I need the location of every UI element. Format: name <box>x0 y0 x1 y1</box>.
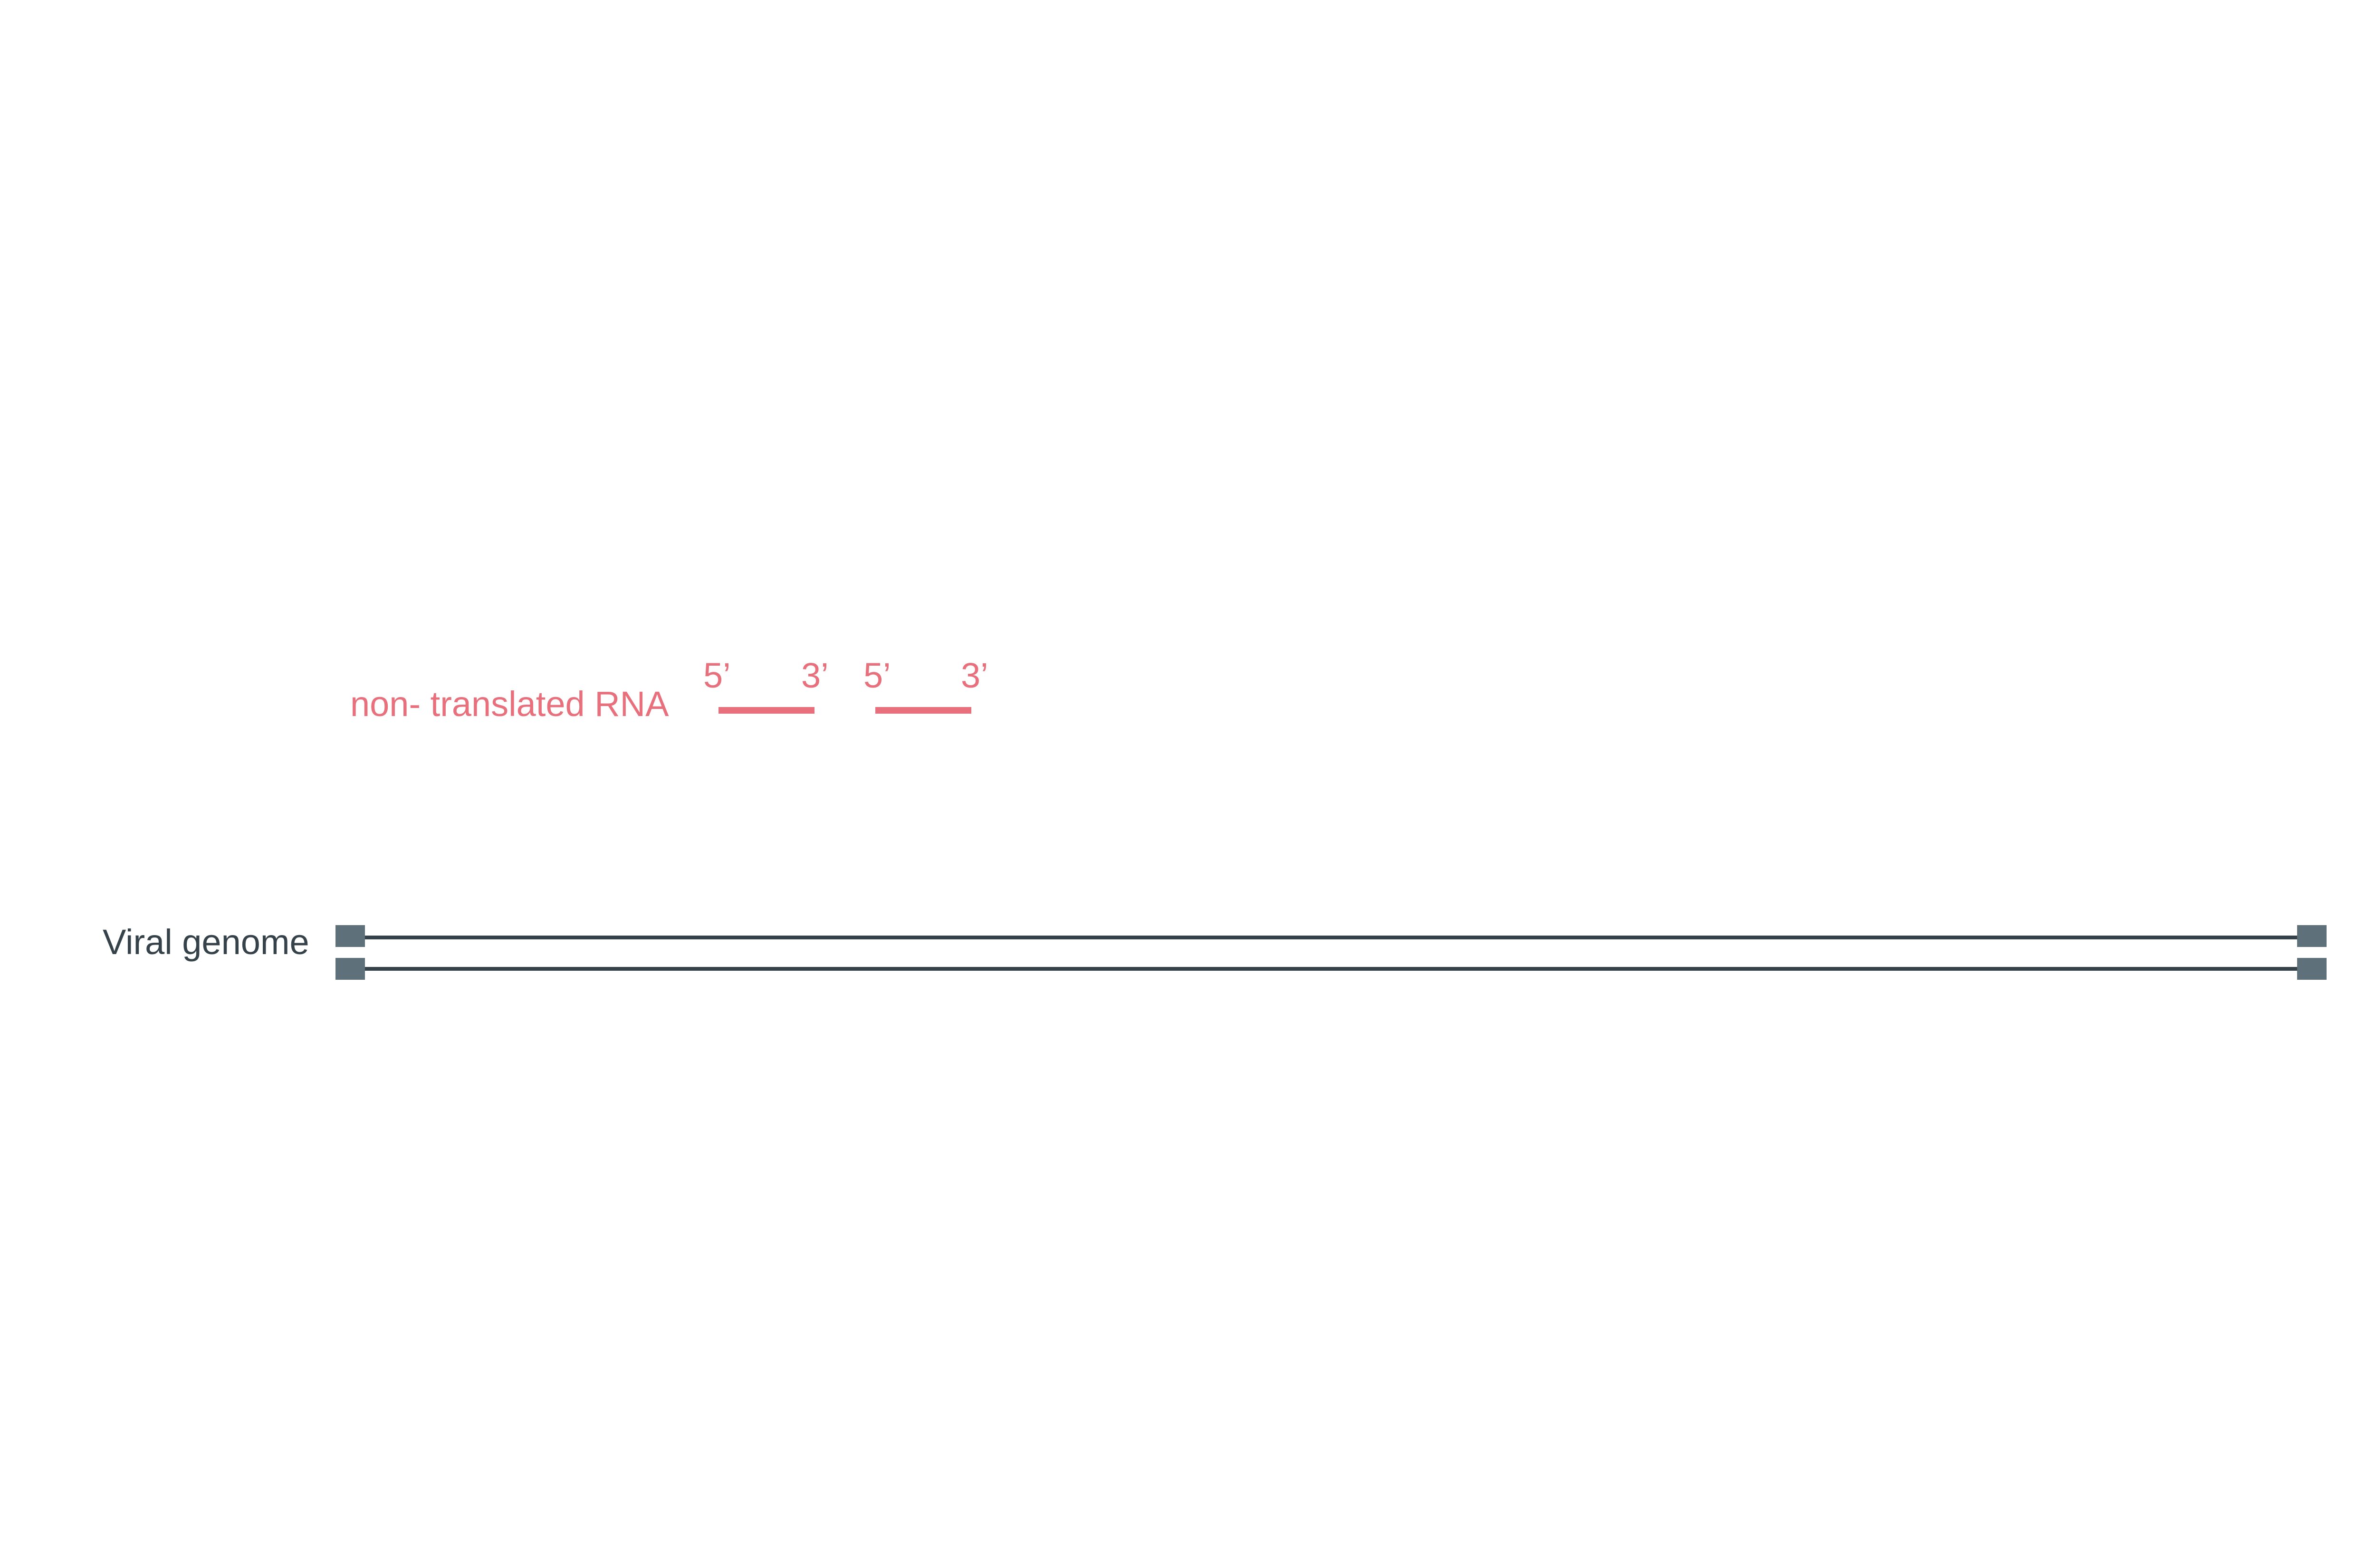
rna-fragment-1-three-prime-label: 3’ <box>801 656 829 695</box>
rna-fragment-1: 5’ 3’ <box>703 656 829 714</box>
rna-fragment-2: 5’ 3’ <box>863 656 988 714</box>
viral-genome-bottom-right-end-cap <box>2297 958 2327 980</box>
viral-genome-top-right-end-cap <box>2297 925 2327 947</box>
diagram: non- translated RNA 5’ 3’ 5’ 3’ Viral ge… <box>103 656 2327 980</box>
rna-fragment-2-strand <box>875 707 971 714</box>
rna-fragment-2-five-prime-label: 5’ <box>863 656 891 695</box>
rna-fragment-1-strand <box>719 707 814 714</box>
viral-genome-top-strand <box>352 936 2311 939</box>
viral-genome-bottom-left-end-cap <box>335 958 365 980</box>
viral-genome-group: Viral genome <box>103 922 2327 980</box>
rna-fragment-1-five-prime-label: 5’ <box>703 656 731 695</box>
viral-genome-top-left-end-cap <box>335 925 365 947</box>
viral-genome-label: Viral genome <box>103 922 309 962</box>
rna-fragment-2-three-prime-label: 3’ <box>961 656 988 695</box>
non-translated-rna-group: non- translated RNA 5’ 3’ 5’ 3’ <box>350 656 988 724</box>
diagram-canvas: non- translated RNA 5’ 3’ 5’ 3’ Viral ge… <box>0 0 2376 1568</box>
non-translated-rna-label: non- translated RNA <box>350 684 669 724</box>
viral-genome-bottom-strand <box>352 967 2311 971</box>
